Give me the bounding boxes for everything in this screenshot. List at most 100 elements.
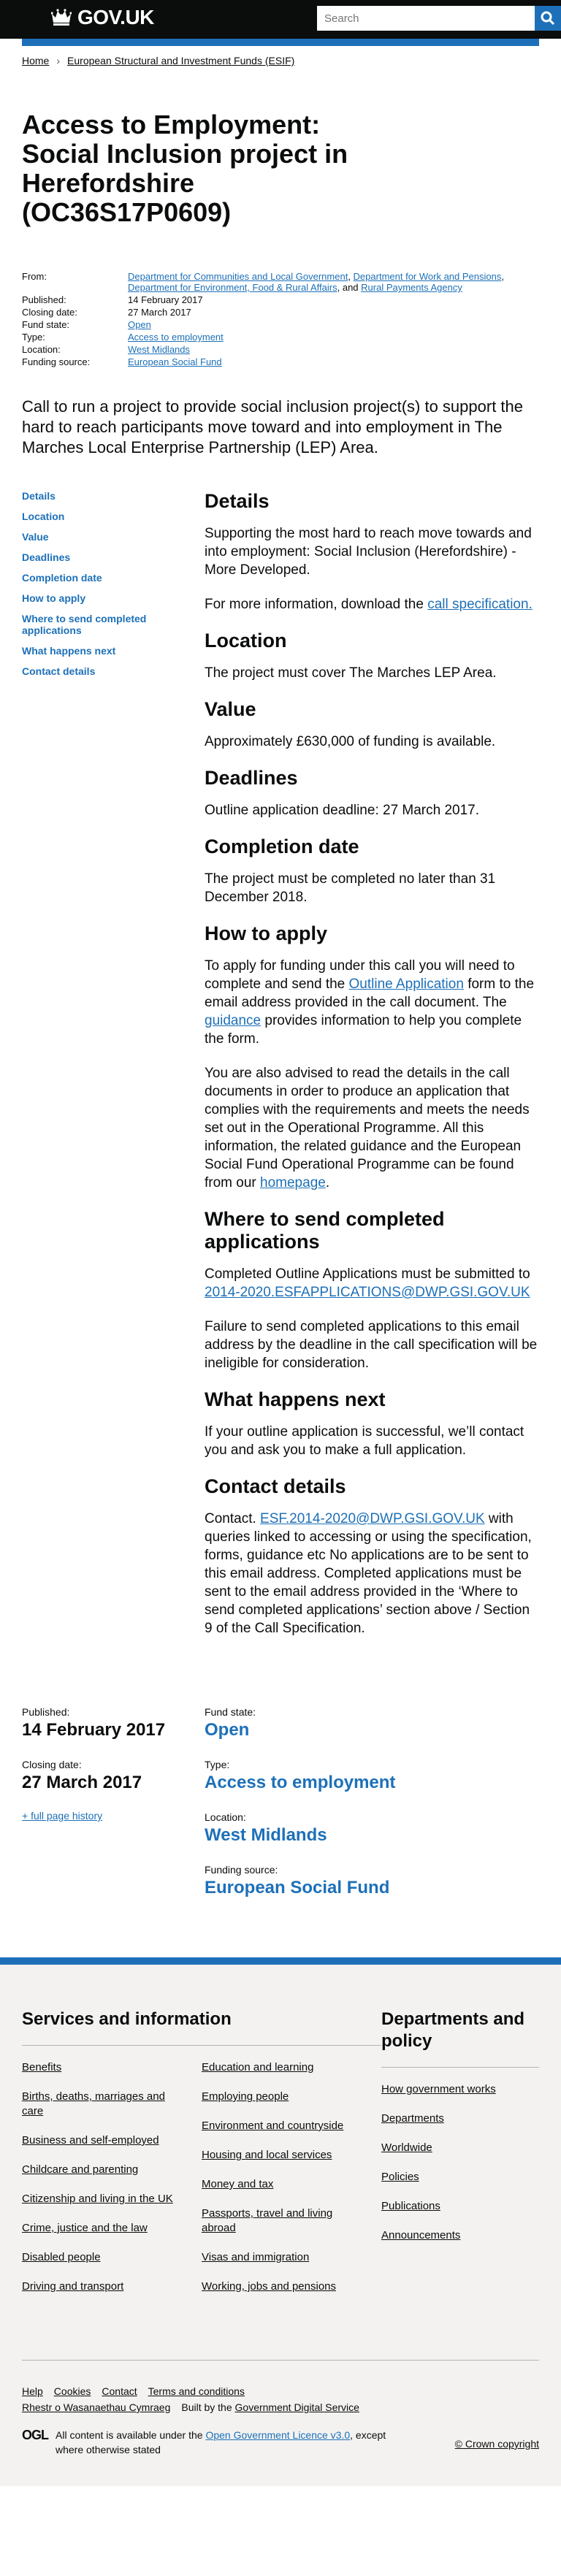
services-column-2: Education and learning Employing people En… <box>202 2060 381 2309</box>
services-and-information: Services and information Benefits Births,… <box>22 2009 381 2309</box>
bottom-fund-state-link[interactable]: Open <box>205 1720 249 1740</box>
org-link-rpa[interactable]: Rural Payments Agency <box>361 282 462 293</box>
toc-what-happens-next[interactable]: What happens next <box>22 645 197 657</box>
ogl-licence-link[interactable]: Open Government Licence v3.0 <box>205 2429 350 2441</box>
completion-paragraph: The project must be completed no later t… <box>205 871 496 905</box>
footer-service-link[interactable]: Employing people <box>202 2090 367 2104</box>
toc-where-to-send[interactable]: Where to send completed applications <box>22 613 197 636</box>
meta-fund-state-row: Fund state: Open <box>22 319 539 330</box>
org-link-dwp[interactable]: Department for Work and Pensions <box>354 271 502 282</box>
org-link-dclg[interactable]: Department for Communities and Local Gov… <box>128 271 348 282</box>
bottom-location: Location: West Midlands <box>205 1811 327 1845</box>
govuk-logo-link[interactable]: GOV.UK <box>51 6 154 29</box>
ogl-logo-icon: OGL <box>22 2428 49 2442</box>
meta-funding-link[interactable]: European Social Fund <box>128 356 222 367</box>
call-specification-link[interactable]: call specification. <box>427 597 533 612</box>
breadcrumb-home[interactable]: Home <box>22 55 49 66</box>
search-icon <box>541 11 555 26</box>
where-to-send-heading: Where to send completed applications <box>205 1208 445 1253</box>
footer-department-link[interactable]: Publications <box>381 2199 539 2214</box>
search-button[interactable] <box>535 6 561 31</box>
gds-link[interactable]: Government Digital Service <box>235 2401 359 2413</box>
org-link-defra[interactable]: Department for Environment, Food & Rural… <box>128 282 337 293</box>
footer-service-link[interactable]: Passports, travel and living abroad <box>202 2206 367 2236</box>
toc-details[interactable]: Details <box>22 490 197 502</box>
site-footer: Services and information Benefits Births,… <box>0 1957 561 2486</box>
footer-department-link[interactable]: How government works <box>381 2082 539 2097</box>
footer-service-link[interactable]: Disabled people <box>22 2250 187 2265</box>
guidance-link[interactable]: guidance <box>205 1013 261 1028</box>
footer-service-link[interactable]: Driving and transport <box>22 2279 187 2294</box>
services-column-1: Benefits Births, deaths, marriages and ca… <box>22 2060 202 2309</box>
footer-service-link[interactable]: Visas and immigration <box>202 2250 367 2265</box>
bottom-funding: Funding source: European Social Fund <box>205 1864 390 1897</box>
footer-terms-link[interactable]: Terms and conditions <box>148 2385 245 2397</box>
breadcrumb-esif[interactable]: European Structural and Investment Funds… <box>67 55 294 66</box>
details-download-paragraph: For more information, download the call … <box>205 597 533 612</box>
footer-meta-line-2: Rhestr o Wasanaethau Cymraeg Built by th… <box>22 2401 539 2413</box>
toc-value[interactable]: Value <box>22 531 197 543</box>
toc-completion-date[interactable]: Completion date <box>22 572 197 584</box>
contact-paragraph: Contact. ESF.2014-2020@DWP.GSI.GOV.UK wi… <box>205 1511 532 1636</box>
toc-location[interactable]: Location <box>22 511 197 522</box>
footer-service-link[interactable]: Housing and local services <box>202 2148 367 2163</box>
header-blue-bar <box>22 39 539 46</box>
contact-email-link[interactable]: ESF.2014-2020@DWP.GSI.GOV.UK <box>260 1511 485 1526</box>
footer-service-link[interactable]: Citizenship and living in the UK <box>22 2192 187 2206</box>
footer-help-link[interactable]: Help <box>22 2385 43 2397</box>
meta-closing-label: Closing date: <box>22 307 77 318</box>
section-value: Value Approximately £630,000 of funding … <box>205 698 539 751</box>
bottom-metadata: Published: 14 February 2017 Closing date… <box>22 1705 539 1915</box>
footer-department-link[interactable]: Departments <box>381 2111 539 2126</box>
meta-fund-state-link[interactable]: Open <box>128 319 151 330</box>
outline-application-link[interactable]: Outline Application <box>349 976 464 992</box>
search-input[interactable] <box>317 6 535 31</box>
logo-text: GOV.UK <box>77 6 154 28</box>
bottom-location-link[interactable]: West Midlands <box>205 1825 327 1845</box>
meta-type-row: Type: Access to employment <box>22 332 539 343</box>
section-completion-date: Completion date The project must be comp… <box>205 836 539 906</box>
footer-service-link[interactable]: Childcare and parenting <box>22 2163 187 2177</box>
footer-service-link[interactable]: Births, deaths, marriages and care <box>22 2090 187 2119</box>
footer-service-link[interactable]: Business and self-employed <box>22 2133 187 2148</box>
bottom-type-link[interactable]: Access to employment <box>205 1773 395 1792</box>
footer-department-link[interactable]: Policies <box>381 2170 539 2185</box>
bottom-meta-left: Published: 14 February 2017 Closing date… <box>22 1705 205 1915</box>
footer-service-link[interactable]: Crime, justice and the law <box>22 2221 187 2236</box>
crown-copyright-link[interactable]: © Crown copyright <box>455 2438 539 2450</box>
meta-from-row: From: Department for Communities and Loc… <box>22 271 539 293</box>
footer-welsh-link[interactable]: Rhestr o Wasanaethau Cymraeg <box>22 2401 170 2413</box>
value-paragraph: Approximately £630,000 of funding is ava… <box>205 734 496 749</box>
content-area: Details Location Value Deadlines Complet… <box>22 490 539 1654</box>
bottom-meta-right: Fund state: Open Type: Access to employm… <box>205 1705 539 1915</box>
details-paragraph: Supporting the most hard to reach move t… <box>205 526 532 578</box>
footer-department-link[interactable]: Announcements <box>381 2228 539 2243</box>
table-of-contents: Details Location Value Deadlines Complet… <box>22 490 205 1654</box>
meta-location-link[interactable]: West Midlands <box>128 344 190 355</box>
section-where-to-send: Where to send completed applications Com… <box>205 1208 539 1372</box>
homepage-link[interactable]: homepage <box>260 1175 326 1190</box>
meta-location-label: Location: <box>22 344 61 355</box>
footer-service-link[interactable]: Education and learning <box>202 2060 367 2075</box>
footer-department-link[interactable]: Worldwide <box>381 2141 539 2155</box>
meta-fund-state-label: Fund state: <box>22 319 70 330</box>
applications-email-link[interactable]: 2014-2020.ESFAPPLICATIONS@DWP.GSI.GOV.UK <box>205 1285 530 1300</box>
section-contact-details: Contact details Contact. ESF.2014-2020@D… <box>205 1475 539 1637</box>
full-page-history-link[interactable]: + full page history <box>22 1810 102 1822</box>
licence-row: OGL All content is available under the O… <box>22 2428 539 2457</box>
footer-cookies-link[interactable]: Cookies <box>54 2385 91 2397</box>
footer-contact-link[interactable]: Contact <box>102 2385 137 2397</box>
bottom-funding-link[interactable]: European Social Fund <box>205 1878 389 1897</box>
footer-service-link[interactable]: Benefits <box>22 2060 187 2075</box>
deadlines-paragraph: Outline application deadline: 27 March 2… <box>205 803 480 818</box>
footer-service-link[interactable]: Environment and countryside <box>202 2119 367 2133</box>
toc-deadlines[interactable]: Deadlines <box>22 551 197 563</box>
footer-service-link[interactable]: Money and tax <box>202 2177 367 2192</box>
main-content: Home › European Structural and Investmen… <box>22 46 539 1915</box>
toc-contact-details[interactable]: Contact details <box>22 665 197 677</box>
meta-funding-label: Funding source: <box>22 356 91 367</box>
footer-meta: Help Cookies Contact Terms and condition… <box>22 2360 539 2457</box>
footer-service-link[interactable]: Working, jobs and pensions <box>202 2279 367 2294</box>
meta-type-link[interactable]: Access to employment <box>128 332 224 343</box>
toc-how-to-apply[interactable]: How to apply <box>22 592 197 604</box>
